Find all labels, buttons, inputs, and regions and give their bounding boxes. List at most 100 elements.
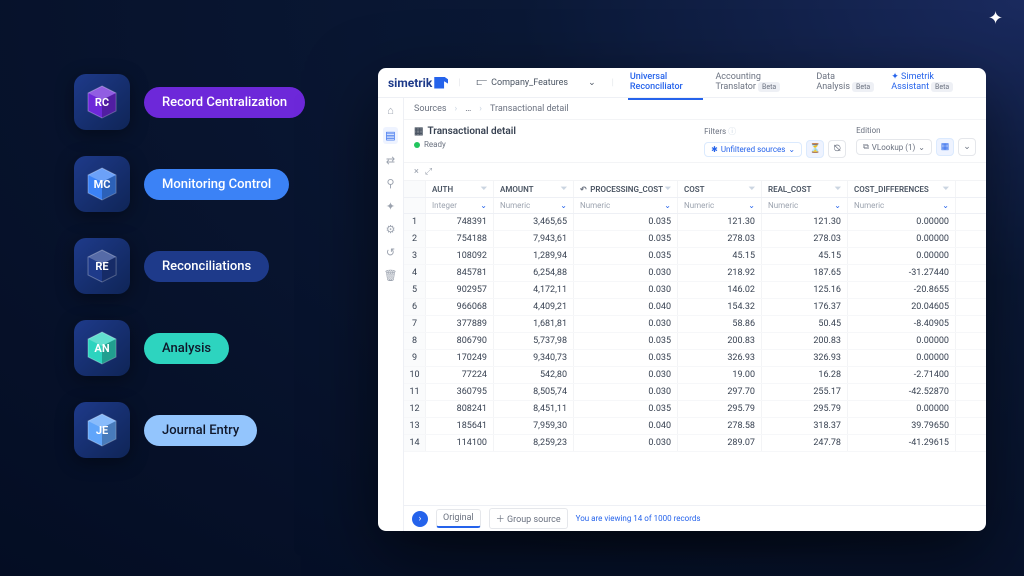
cell-cost: 121.30 bbox=[678, 214, 762, 230]
breadcrumb-item[interactable]: Transactional detail bbox=[490, 104, 569, 114]
grid-action-expand-icon[interactable]: ⤢ bbox=[425, 167, 432, 177]
top-tab[interactable]: Data AnalysisBeta bbox=[814, 68, 879, 100]
cell-cost-diff: -2.71400 bbox=[848, 367, 956, 383]
table-row[interactable]: 69660684,409,210.040154.32176.3720.04605 bbox=[404, 299, 986, 316]
filter-icon[interactable]: ⏷ bbox=[665, 184, 671, 194]
filter-icon[interactable]: ⏷ bbox=[749, 184, 755, 194]
table-row[interactable]: 128082418,451,110.035295.79295.790.00000 bbox=[404, 401, 986, 418]
section-header: ▦ Transactional detail Ready Filters ⓘ ✱… bbox=[404, 120, 986, 163]
column-header[interactable]: AMOUNT⏷ bbox=[494, 181, 574, 197]
column-type[interactable]: Numeric⌄ bbox=[574, 198, 678, 213]
table-row[interactable]: 131856417,959,300.040278.58318.3739.7965… bbox=[404, 418, 986, 435]
cell-auth: 360795 bbox=[426, 384, 494, 400]
table-row[interactable]: 113607958,505,740.030297.70255.17-42.528… bbox=[404, 384, 986, 401]
grid-type-row: Integer⌄Numeric⌄Numeric⌄Numeric⌄Numeric⌄… bbox=[404, 198, 986, 214]
puzzle-icon: ✱ bbox=[711, 145, 718, 154]
filter-icon[interactable]: ⏷ bbox=[481, 184, 487, 194]
rail-item[interactable]: ⇄ bbox=[386, 154, 395, 167]
table-row[interactable]: 91702499,340,730.035326.93326.930.00000 bbox=[404, 350, 986, 367]
chevron-down-icon: ⌄ bbox=[918, 143, 925, 152]
column-header[interactable]: REAL_COST⏷ bbox=[762, 181, 848, 197]
column-type[interactable]: Numeric⌄ bbox=[678, 198, 762, 213]
cell-cost: 289.07 bbox=[678, 435, 762, 451]
cell-auth: 170249 bbox=[426, 350, 494, 366]
chevron-down-icon: ⌄ bbox=[963, 142, 971, 152]
column-type[interactable]: Numeric⌄ bbox=[848, 198, 956, 213]
cell-auth: 114100 bbox=[426, 435, 494, 451]
brand-logo[interactable]: simetrik bbox=[388, 76, 448, 90]
table-row[interactable]: 17483913,465,650.035121.30121.300.00000 bbox=[404, 214, 986, 231]
vlookup-button[interactable]: ⧉ VLookup (1) ⌄ bbox=[856, 139, 932, 155]
row-index: 9 bbox=[404, 350, 426, 366]
column-type[interactable]: Integer⌄ bbox=[426, 198, 494, 213]
status-dot-icon bbox=[414, 142, 420, 148]
top-tab[interactable]: Universal Reconciliator bbox=[628, 68, 704, 100]
column-header[interactable]: ↶PROCESSING_COST⏷ bbox=[574, 181, 678, 197]
rail-item[interactable]: ↺ bbox=[386, 246, 395, 259]
company-selector[interactable]: ⫍ Company_Features ⌄ bbox=[470, 75, 601, 90]
promo-label: Reconciliations bbox=[144, 251, 269, 282]
promo-column: RC Record Centralization MC Monitoring C… bbox=[74, 74, 344, 458]
more-edition-button[interactable]: ⌄ bbox=[958, 138, 976, 156]
cell-amount: 9,340,73 bbox=[494, 350, 574, 366]
sparkle-decoration: ✦ bbox=[988, 8, 1012, 32]
unfiltered-sources-button[interactable]: ✱ Unfiltered sources ⌄ bbox=[704, 142, 802, 157]
top-tab[interactable]: Simetrik AssistantBeta bbox=[889, 68, 976, 100]
grid-footer: › Original ＋ Group source You are viewin… bbox=[404, 505, 986, 531]
column-header[interactable]: AUTH⏷ bbox=[426, 181, 494, 197]
filter-icon[interactable]: ⏷ bbox=[561, 184, 567, 194]
visibility-toggle-button[interactable]: ⦰ bbox=[828, 140, 846, 158]
column-header[interactable]: COST_DIFFERENCES⏷ bbox=[848, 181, 956, 197]
cell-processing-cost: 0.030 bbox=[574, 316, 678, 332]
rail-item[interactable]: 🗑 bbox=[384, 269, 398, 282]
table-row[interactable]: 48457816,254,880.030218.92187.65-31.2744… bbox=[404, 265, 986, 282]
rail-item[interactable]: ⚲ bbox=[386, 177, 394, 190]
record-counter: You are viewing 14 of 1000 records bbox=[576, 514, 701, 523]
rail-item[interactable]: ⌂ bbox=[387, 104, 394, 117]
cell-real-cost: 278.03 bbox=[762, 231, 848, 247]
filter-icon-button[interactable]: ⏳ bbox=[806, 140, 824, 158]
cell-auth: 808241 bbox=[426, 401, 494, 417]
beta-badge: Beta bbox=[852, 82, 874, 92]
top-tab[interactable]: Accounting TranslatorBeta bbox=[713, 68, 804, 100]
add-column-button[interactable]: ▦ bbox=[936, 138, 954, 156]
cell-auth: 185641 bbox=[426, 418, 494, 434]
cell-processing-cost: 0.030 bbox=[574, 367, 678, 383]
rail-item[interactable]: ✦ bbox=[386, 200, 395, 213]
undo-icon[interactable]: ↶ bbox=[580, 185, 587, 194]
column-header[interactable]: COST⏷ bbox=[678, 181, 762, 197]
footer-tab-original[interactable]: Original bbox=[436, 509, 481, 528]
breadcrumb-item[interactable]: Sources bbox=[414, 104, 447, 114]
table-row[interactable]: 1077224542,800.03019.0016.28-2.71400 bbox=[404, 367, 986, 384]
rail-item[interactable]: ⚙ bbox=[386, 223, 396, 236]
cell-cost-diff: 0.00000 bbox=[848, 214, 956, 230]
table-icon: ▦ bbox=[414, 126, 423, 137]
col-index-type bbox=[404, 198, 426, 213]
table-row[interactable]: 59029574,172,110.030146.02125.16-20.8655 bbox=[404, 282, 986, 299]
cell-cost-diff: -42.52870 bbox=[848, 384, 956, 400]
column-type[interactable]: Numeric⌄ bbox=[494, 198, 574, 213]
cell-cost: 154.32 bbox=[678, 299, 762, 315]
footer-arrow-button[interactable]: › bbox=[412, 511, 428, 527]
column-type[interactable]: Numeric⌄ bbox=[762, 198, 848, 213]
table-row[interactable]: 27541887,943,610.035278.03278.030.00000 bbox=[404, 231, 986, 248]
cell-amount: 6,254,88 bbox=[494, 265, 574, 281]
table-row[interactable]: 88067905,737,980.035200.83200.830.00000 bbox=[404, 333, 986, 350]
footer-tab-group-source[interactable]: ＋ Group source bbox=[489, 508, 568, 529]
cell-amount: 3,465,65 bbox=[494, 214, 574, 230]
chevron-right-icon: › bbox=[419, 514, 422, 524]
grid-action-close-icon[interactable]: × bbox=[414, 167, 419, 177]
filter-icon[interactable]: ⏷ bbox=[943, 184, 949, 194]
filter-icon[interactable]: ⏷ bbox=[835, 184, 841, 194]
main-area: Sources›…›Transactional detail ▦ Transac… bbox=[404, 98, 986, 531]
promo-label: Monitoring Control bbox=[144, 169, 289, 200]
rail-item[interactable]: ▤ bbox=[383, 127, 397, 144]
table-row[interactable]: 31080921,289,940.03545.1545.150.00000 bbox=[404, 248, 986, 265]
breadcrumb-item[interactable]: … bbox=[465, 104, 471, 114]
promo-card: JE Journal Entry bbox=[74, 402, 344, 458]
promo-cube-icon: MC bbox=[74, 156, 130, 212]
cell-cost: 45.15 bbox=[678, 248, 762, 264]
table-row[interactable]: 141141008,259,230.030289.07247.78-41.296… bbox=[404, 435, 986, 452]
beta-badge: Beta bbox=[758, 82, 780, 92]
table-row[interactable]: 73778891,681,810.03058.8650.45-8.40905 bbox=[404, 316, 986, 333]
